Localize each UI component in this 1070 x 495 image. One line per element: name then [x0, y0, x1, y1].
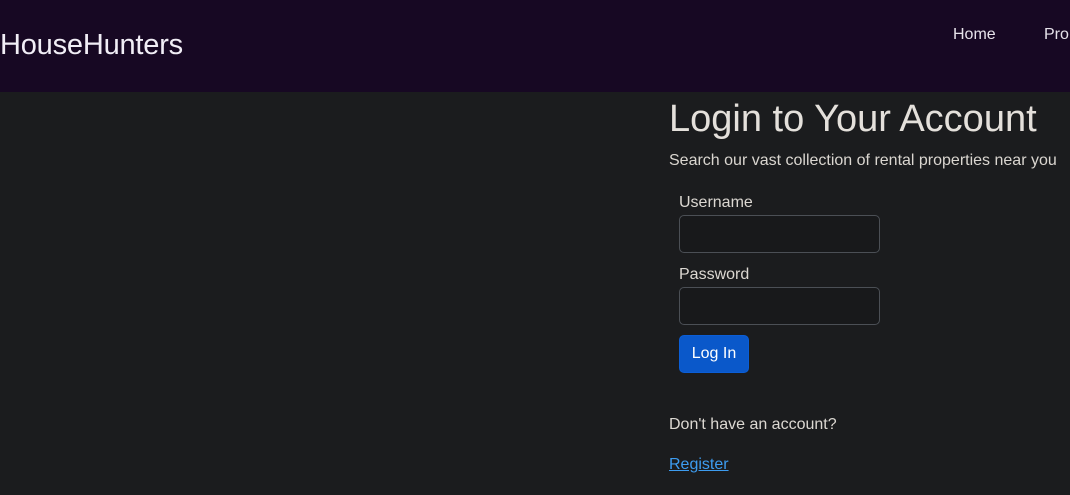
password-input[interactable]: [679, 287, 880, 325]
page-title: Login to Your Account: [669, 98, 1037, 140]
nav-link-home[interactable]: Home: [953, 24, 996, 46]
no-account-text: Don't have an account?: [669, 416, 837, 433]
page-subtitle: Search our vast collection of rental pro…: [669, 152, 1057, 169]
login-section: Login to Your Account Search our vast co…: [669, 92, 1070, 495]
username-label: Username: [679, 194, 753, 211]
nav-link-pro[interactable]: Pro: [1044, 24, 1069, 46]
top-navbar: HouseHunters Home Pro: [0, 0, 1070, 92]
username-input[interactable]: [679, 215, 880, 253]
login-button[interactable]: Log In: [679, 335, 749, 373]
password-label: Password: [679, 266, 750, 283]
brand-logo-link[interactable]: HouseHunters: [0, 27, 183, 63]
register-link[interactable]: Register: [669, 455, 729, 475]
